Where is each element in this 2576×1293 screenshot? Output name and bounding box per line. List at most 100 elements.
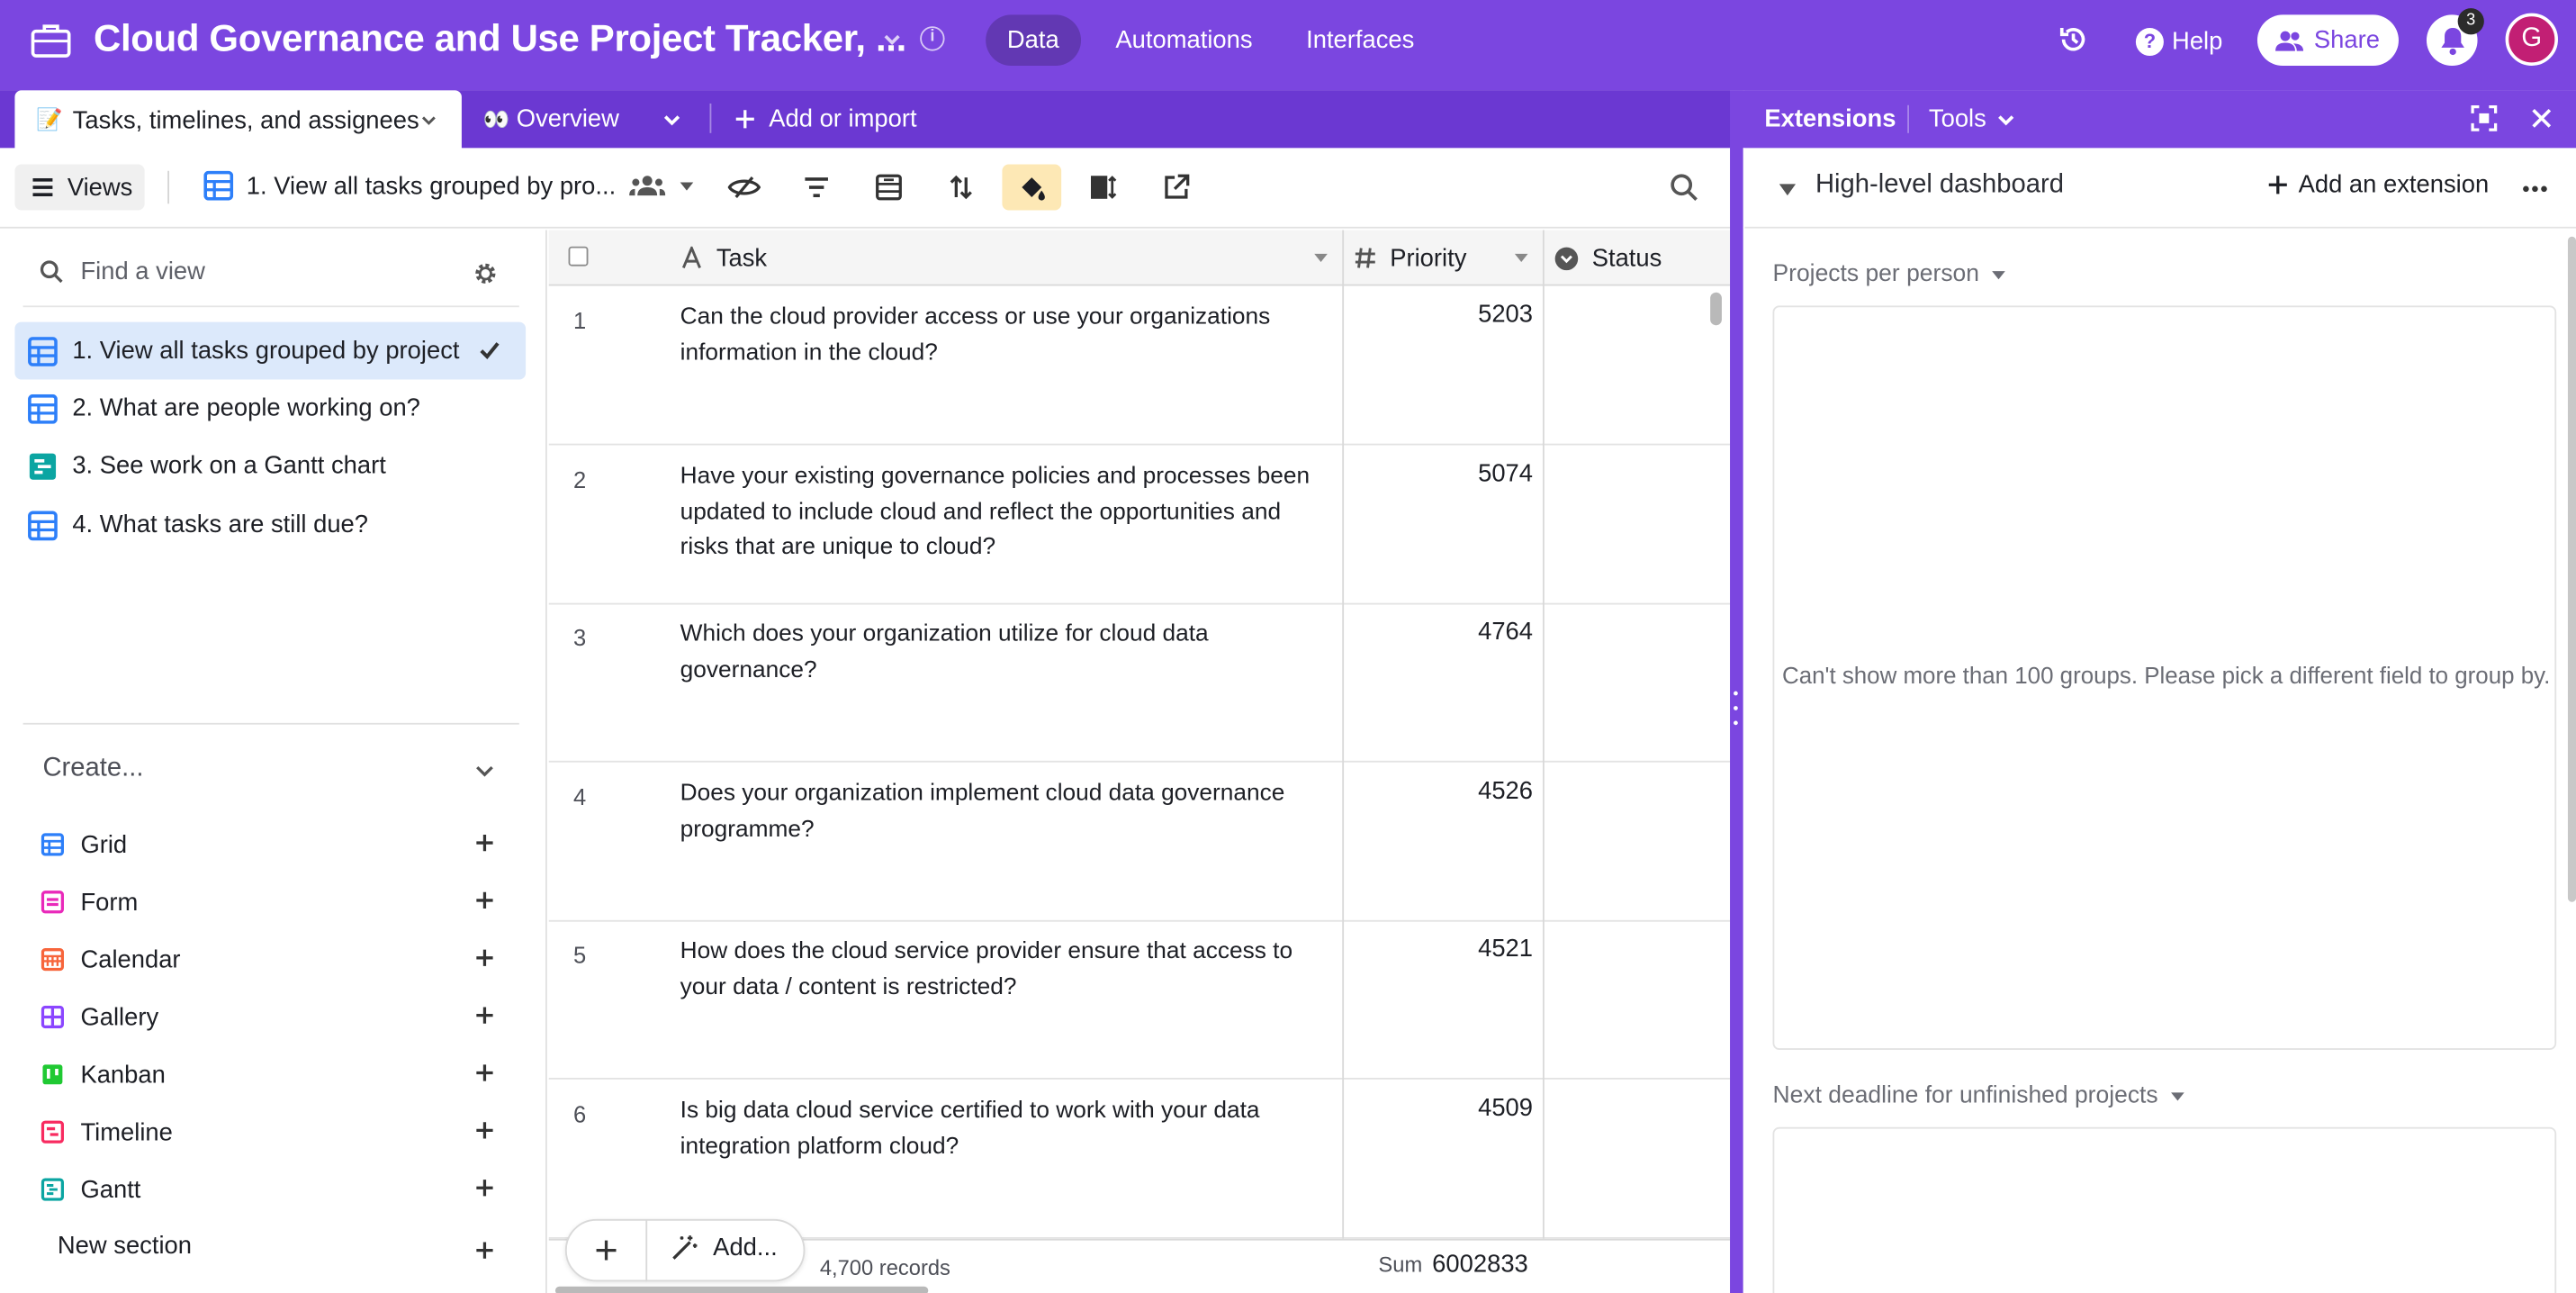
- create-gantt[interactable]: Gantt: [41, 1170, 509, 1209]
- filter-icon[interactable]: [798, 169, 834, 205]
- collapse-triangle-icon[interactable]: [1778, 179, 1797, 199]
- row-height-icon[interactable]: [1086, 169, 1122, 205]
- sum-label: Sum: [1378, 1252, 1423, 1277]
- sidebar-view-1[interactable]: 1. View all tasks grouped by project: [14, 321, 527, 380]
- create-kanban[interactable]: Kanban: [41, 1054, 509, 1094]
- create-grid[interactable]: Grid: [41, 825, 509, 864]
- grid-header: Task Priority Status: [548, 230, 1731, 286]
- create-label: Kanban: [80, 1060, 166, 1089]
- divider: [23, 722, 519, 725]
- create-form[interactable]: Form: [41, 882, 509, 922]
- search-icon[interactable]: [1670, 173, 1699, 203]
- history-icon[interactable]: [2057, 23, 2090, 56]
- eyes-emoji-icon: 👀: [482, 106, 510, 131]
- widget-title-projects-per-person[interactable]: Projects per person: [1772, 261, 2005, 287]
- chevron-down-icon[interactable]: [419, 110, 438, 130]
- select-all-checkbox[interactable]: [568, 246, 589, 267]
- caret-down-icon[interactable]: [1513, 251, 1529, 265]
- task-cell[interactable]: Have your existing governance policies a…: [680, 460, 1329, 566]
- sidebar-view-4[interactable]: 4. What tasks are still due?: [14, 496, 526, 554]
- priority-cell[interactable]: 4526: [1342, 777, 1533, 805]
- create-gallery[interactable]: Gallery: [41, 998, 509, 1037]
- priority-cell[interactable]: 5074: [1342, 460, 1533, 488]
- more-options-icon[interactable]: [2522, 184, 2548, 194]
- plus-icon: [476, 1122, 493, 1139]
- create-calendar[interactable]: Calendar: [41, 940, 509, 980]
- add-extension-button[interactable]: Add an extension: [2267, 171, 2489, 199]
- tools-menu[interactable]: Tools: [1929, 90, 2016, 148]
- find-view-input[interactable]: Find a view: [40, 258, 205, 285]
- sidebar-view-2[interactable]: 2. What are people working on?: [14, 380, 526, 438]
- table-row[interactable]: 4 Does your organization implement cloud…: [548, 763, 1731, 922]
- toolbar-separator: [167, 170, 170, 204]
- priority-cell[interactable]: 5203: [1342, 301, 1533, 329]
- caret-down-icon[interactable]: [1312, 251, 1329, 265]
- task-cell[interactable]: Is big data cloud service certified to w…: [680, 1094, 1329, 1164]
- priority-cell[interactable]: 4764: [1342, 618, 1533, 646]
- chevron-down-icon[interactable]: [880, 28, 904, 51]
- grid-view-icon: [203, 170, 234, 201]
- task-cell[interactable]: Can the cloud provider access or use you…: [680, 301, 1329, 371]
- column-header-status[interactable]: Status: [1554, 230, 1662, 285]
- group-icon[interactable]: [870, 169, 906, 205]
- table-row[interactable]: 6 Is big data cloud service certified to…: [548, 1080, 1731, 1239]
- extensions-title[interactable]: Extensions: [1764, 90, 1896, 148]
- extensions-scrollbar[interactable]: [2567, 236, 2576, 902]
- help-button[interactable]: ? Help: [2135, 23, 2222, 59]
- avatar[interactable]: G: [2505, 13, 2558, 66]
- share-view-icon[interactable]: [1158, 169, 1194, 205]
- widget-label: Projects per person: [1772, 261, 1980, 288]
- task-cell[interactable]: Does your organization implement cloud d…: [680, 777, 1329, 847]
- gear-icon[interactable]: [473, 261, 498, 285]
- priority-sum[interactable]: Sum 6002833: [1378, 1251, 1527, 1279]
- info-icon[interactable]: i: [920, 26, 945, 51]
- task-cell[interactable]: How does the cloud service provider ensu…: [680, 935, 1329, 1005]
- records-grid: Task Priority Status 1 Can the cloud pro…: [548, 230, 1731, 1293]
- new-section-button[interactable]: New section: [58, 1233, 192, 1261]
- hide-fields-icon[interactable]: [726, 169, 762, 205]
- gallery-view-icon: [41, 1005, 65, 1029]
- plus-icon[interactable]: [595, 1239, 618, 1262]
- menu-icon: [32, 177, 53, 197]
- table-row[interactable]: 5 How does the cloud service provider en…: [548, 920, 1731, 1080]
- plus-icon[interactable]: [475, 1241, 495, 1261]
- base-title[interactable]: Cloud Governance and Use Project Tracker…: [94, 16, 906, 60]
- nav-tab-data[interactable]: Data: [986, 14, 1081, 66]
- add-or-import-button[interactable]: Add or import: [734, 90, 917, 148]
- dashboard-title[interactable]: High-level dashboard: [1815, 171, 2064, 201]
- priority-cell[interactable]: 4509: [1342, 1094, 1533, 1122]
- column-header-task[interactable]: Task: [680, 230, 767, 285]
- create-heading[interactable]: Create...: [42, 755, 143, 784]
- row-number: 6: [573, 1100, 587, 1127]
- widget-title-next-deadline[interactable]: Next deadline for unfinished projects: [1772, 1082, 2184, 1109]
- plus-icon: [476, 1064, 493, 1081]
- nav-tab-automations[interactable]: Automations: [1094, 14, 1274, 66]
- sidebar-view-3[interactable]: 3. See work on a Gantt chart: [14, 437, 526, 494]
- close-icon[interactable]: [2530, 107, 2553, 131]
- tab-tasks-timelines-assignees[interactable]: 📝 Tasks, timelines, and assignees: [14, 90, 462, 150]
- create-timeline[interactable]: Timeline: [41, 1112, 509, 1152]
- chevron-down-icon[interactable]: [473, 759, 497, 782]
- current-view-switcher[interactable]: 1. View all tasks grouped by pro...: [203, 170, 695, 201]
- task-cell[interactable]: Which does your organization utilize for…: [680, 618, 1329, 688]
- add-with-ai-button[interactable]: Add...: [671, 1234, 778, 1261]
- chevron-down-icon[interactable]: [661, 108, 684, 131]
- share-button[interactable]: Share: [2256, 14, 2399, 66]
- table-row[interactable]: 2 Have your existing governance policies…: [548, 445, 1731, 605]
- table-row[interactable]: 3 Which does your organization utilize f…: [548, 603, 1731, 763]
- table-row[interactable]: 1 Can the cloud provider access or use y…: [548, 285, 1731, 446]
- drag-handle-icon[interactable]: [1734, 690, 1738, 726]
- sort-icon[interactable]: [943, 169, 979, 205]
- fullscreen-icon[interactable]: [2471, 104, 2498, 131]
- color-icon[interactable]: [1002, 164, 1062, 211]
- tab-label: Tasks, timelines, and assignees: [72, 105, 419, 134]
- views-button[interactable]: Views: [14, 164, 145, 211]
- vertical-scrollbar[interactable]: [1710, 292, 1722, 326]
- create-label: Timeline: [80, 1117, 173, 1146]
- horizontal-scrollbar[interactable]: [554, 1286, 929, 1293]
- priority-cell[interactable]: 4521: [1342, 935, 1533, 963]
- briefcase-icon[interactable]: [30, 22, 72, 61]
- tab-overview[interactable]: 👀 Overview: [483, 90, 619, 148]
- nav-tab-interfaces[interactable]: Interfaces: [1284, 14, 1436, 66]
- column-header-priority[interactable]: Priority: [1354, 230, 1466, 285]
